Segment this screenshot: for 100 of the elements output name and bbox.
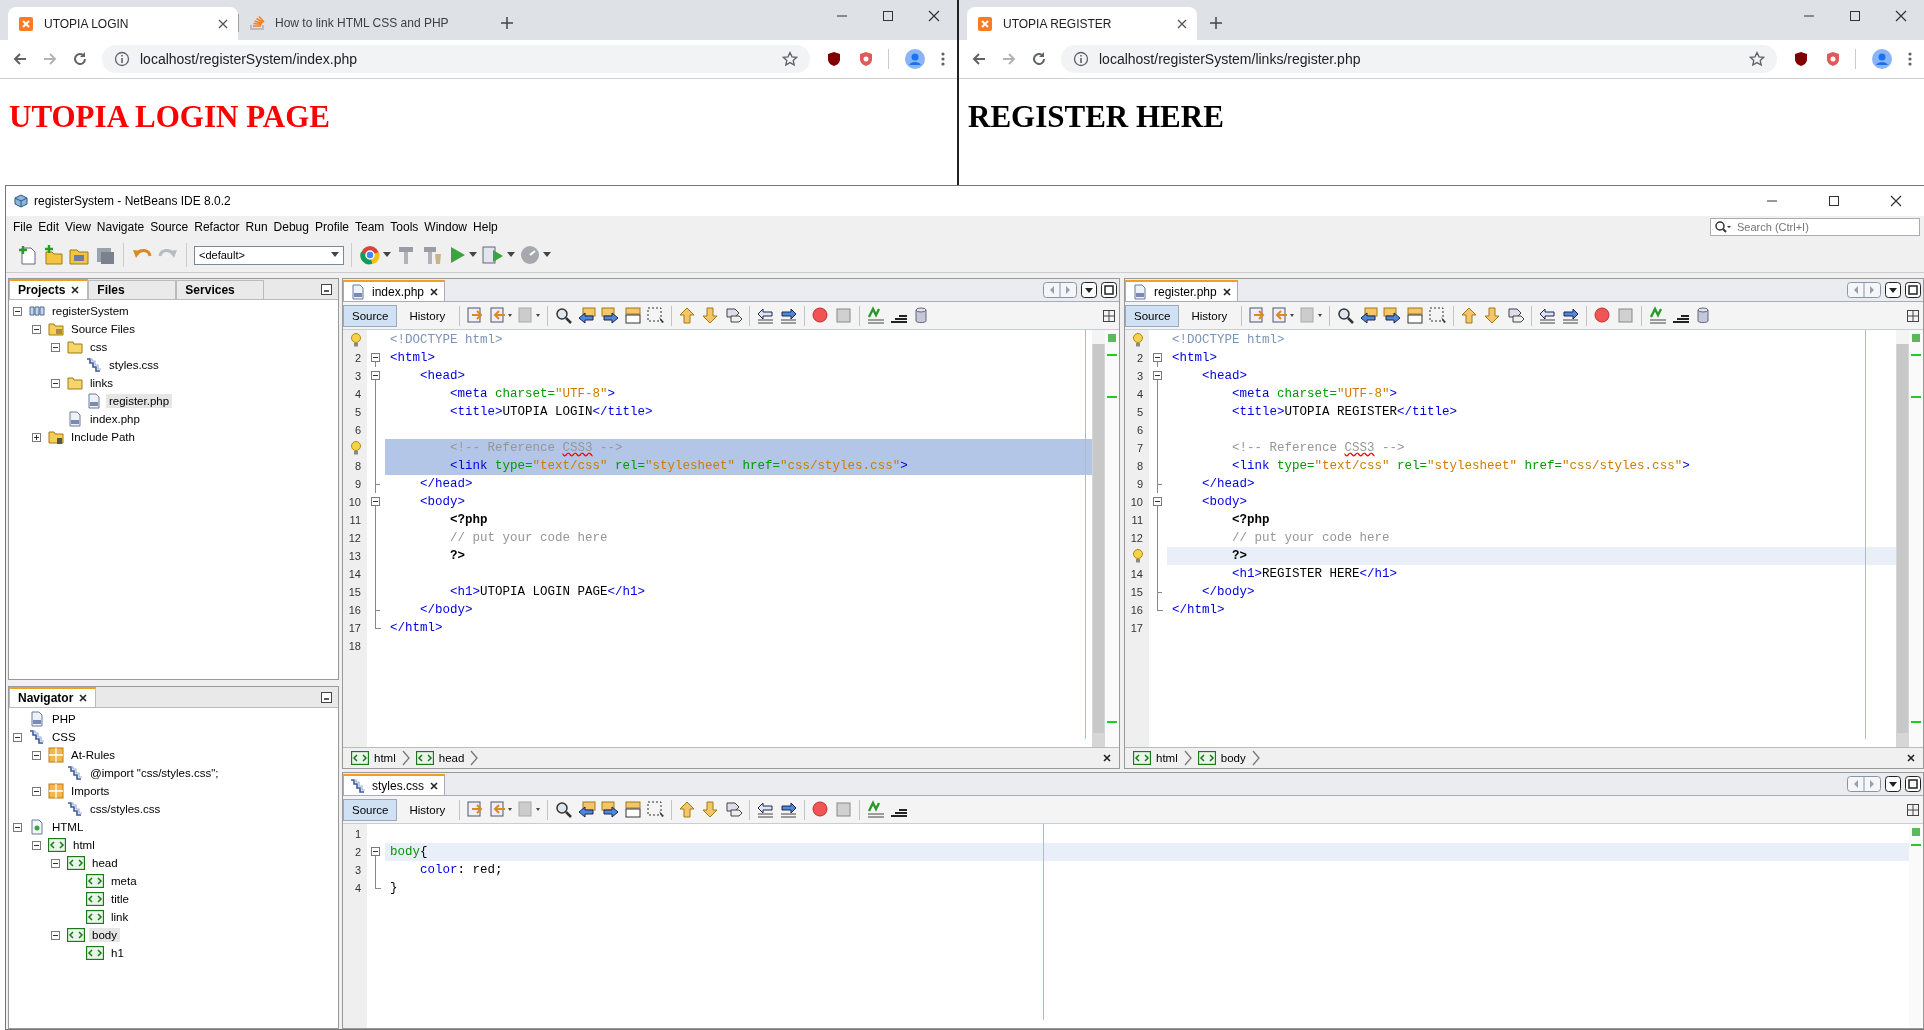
lightbulb-icon[interactable]: [1133, 549, 1143, 563]
collapse-icon[interactable]: [371, 497, 380, 506]
close-icon[interactable]: [1907, 754, 1915, 762]
menu-item[interactable]: Debug: [270, 218, 312, 236]
search-field[interactable]: Search (Ctrl+I): [1710, 218, 1920, 236]
collapse-icon[interactable]: [32, 324, 41, 334]
close-icon[interactable]: [218, 18, 228, 29]
address-bar[interactable]: localhost/registerSystem/links/register.php: [1061, 45, 1777, 73]
close-icon[interactable]: [1890, 195, 1902, 207]
split-icon[interactable]: [1907, 803, 1919, 816]
back-icon[interactable]: [971, 51, 987, 67]
close-icon[interactable]: [1895, 10, 1907, 22]
collapse-icon[interactable]: [1153, 371, 1162, 380]
browser-tab[interactable]: UTOPIA LOGIN: [8, 7, 238, 40]
find-icon[interactable]: [554, 800, 574, 819]
menu-item[interactable]: Help: [470, 218, 501, 236]
tree-item[interactable]: PHP: [49, 712, 79, 726]
close-icon[interactable]: [71, 286, 80, 294]
tree-item[interactable]: styles.css: [106, 358, 162, 372]
stack-icon[interactable]: [1405, 306, 1425, 325]
address-bar[interactable]: localhost/registerSystem/index.php: [102, 45, 810, 73]
tree-item[interactable]: registerSystem: [49, 304, 132, 318]
shape-icon[interactable]: [724, 306, 744, 325]
tree-item[interactable]: css/styles.css: [87, 802, 164, 816]
tree-item[interactable]: h1: [108, 946, 127, 960]
view-tab[interactable]: History: [401, 305, 454, 326]
collapse-icon[interactable]: [32, 750, 41, 760]
star-icon[interactable]: [1749, 51, 1765, 67]
scrollbar[interactable]: [1896, 330, 1909, 747]
view-tab[interactable]: Source: [1125, 304, 1180, 327]
record-icon[interactable]: [1593, 306, 1613, 325]
minimize-icon[interactable]: [321, 284, 332, 295]
info-icon[interactable]: [114, 51, 130, 67]
collapse-icon[interactable]: [1153, 353, 1162, 362]
caret-icon[interactable]: [383, 252, 391, 258]
close-icon[interactable]: [1222, 287, 1231, 296]
dropdown-icon[interactable]: [1885, 282, 1901, 298]
close-icon[interactable]: [928, 10, 940, 22]
split-icon[interactable]: [1103, 309, 1115, 322]
lightbulb-icon[interactable]: [351, 333, 361, 347]
caret-icon[interactable]: [469, 252, 477, 258]
tree-item[interactable]: links: [87, 376, 116, 390]
close-icon[interactable]: [430, 287, 439, 296]
next-icon[interactable]: [600, 306, 620, 325]
breadcrumb[interactable]: head: [415, 751, 465, 765]
panel-tab[interactable]: Files: [88, 280, 177, 299]
maximize-icon[interactable]: [1849, 10, 1861, 22]
find-icon[interactable]: [1336, 306, 1356, 325]
user-icon[interactable]: [905, 49, 925, 69]
menu-item[interactable]: File: [10, 218, 36, 236]
breadcrumb[interactable]: html: [351, 751, 396, 765]
maximize-icon[interactable]: [882, 10, 894, 22]
menu-item[interactable]: Edit: [35, 218, 63, 236]
breadcrumb[interactable]: html: [1133, 751, 1178, 765]
view-tab[interactable]: Source: [343, 304, 398, 327]
previous-icon[interactable]: [1359, 306, 1379, 325]
stack-icon[interactable]: [623, 800, 643, 819]
view-tab[interactable]: Source: [343, 798, 398, 821]
collapse-icon[interactable]: [13, 306, 22, 316]
collapse-icon[interactable]: [1153, 497, 1162, 506]
tree-item[interactable]: head: [89, 856, 121, 870]
shift-right-icon[interactable]: [1561, 306, 1581, 325]
browser-tab[interactable]: UTOPIA REGISTER: [967, 7, 1197, 40]
close-icon[interactable]: [1177, 18, 1187, 29]
tree-item[interactable]: title: [108, 892, 132, 906]
breadcrumb[interactable]: body: [1197, 751, 1246, 765]
menu-item[interactable]: Run: [242, 218, 271, 236]
next-icon[interactable]: [1382, 306, 1402, 325]
reload-icon[interactable]: [72, 51, 88, 67]
tree-item[interactable]: link: [108, 910, 132, 924]
previous-icon[interactable]: [577, 306, 597, 325]
record-icon[interactable]: [811, 306, 831, 325]
collapse-icon[interactable]: [371, 847, 380, 856]
collapse-icon[interactable]: [51, 378, 60, 388]
back-page-icon[interactable]: [489, 800, 514, 819]
maximize-icon[interactable]: [1905, 776, 1921, 792]
view-tab[interactable]: History: [1183, 305, 1236, 326]
minimize-icon[interactable]: [321, 692, 332, 703]
collapse-icon[interactable]: [51, 342, 60, 352]
star-icon[interactable]: [782, 51, 798, 67]
back-icon[interactable]: [12, 51, 28, 67]
file-tab[interactable]: index.php: [343, 280, 446, 301]
tree-item[interactable]: index.php: [87, 412, 143, 426]
stack-icon[interactable]: [623, 306, 643, 325]
tree-item[interactable]: meta: [108, 874, 140, 888]
configuration-dropdown[interactable]: <default>: [194, 245, 344, 265]
view-tab[interactable]: History: [401, 799, 454, 820]
plus-icon[interactable]: [500, 16, 514, 30]
tree-item[interactable]: Include Path: [68, 430, 138, 444]
maximize-icon[interactable]: [1905, 282, 1921, 298]
collapse-icon[interactable]: [32, 786, 41, 796]
info-icon[interactable]: [1073, 51, 1089, 67]
selection-icon[interactable]: [646, 800, 666, 819]
collapse-icon[interactable]: [371, 371, 380, 380]
menu-item[interactable]: Tools: [387, 218, 422, 236]
shield-icon[interactable]: [1793, 51, 1809, 67]
panel-tab[interactable]: Projects: [9, 279, 89, 299]
tree-item[interactable]: register.php: [106, 394, 173, 408]
expand-icon[interactable]: [32, 432, 41, 442]
collapse-icon[interactable]: [51, 858, 60, 868]
